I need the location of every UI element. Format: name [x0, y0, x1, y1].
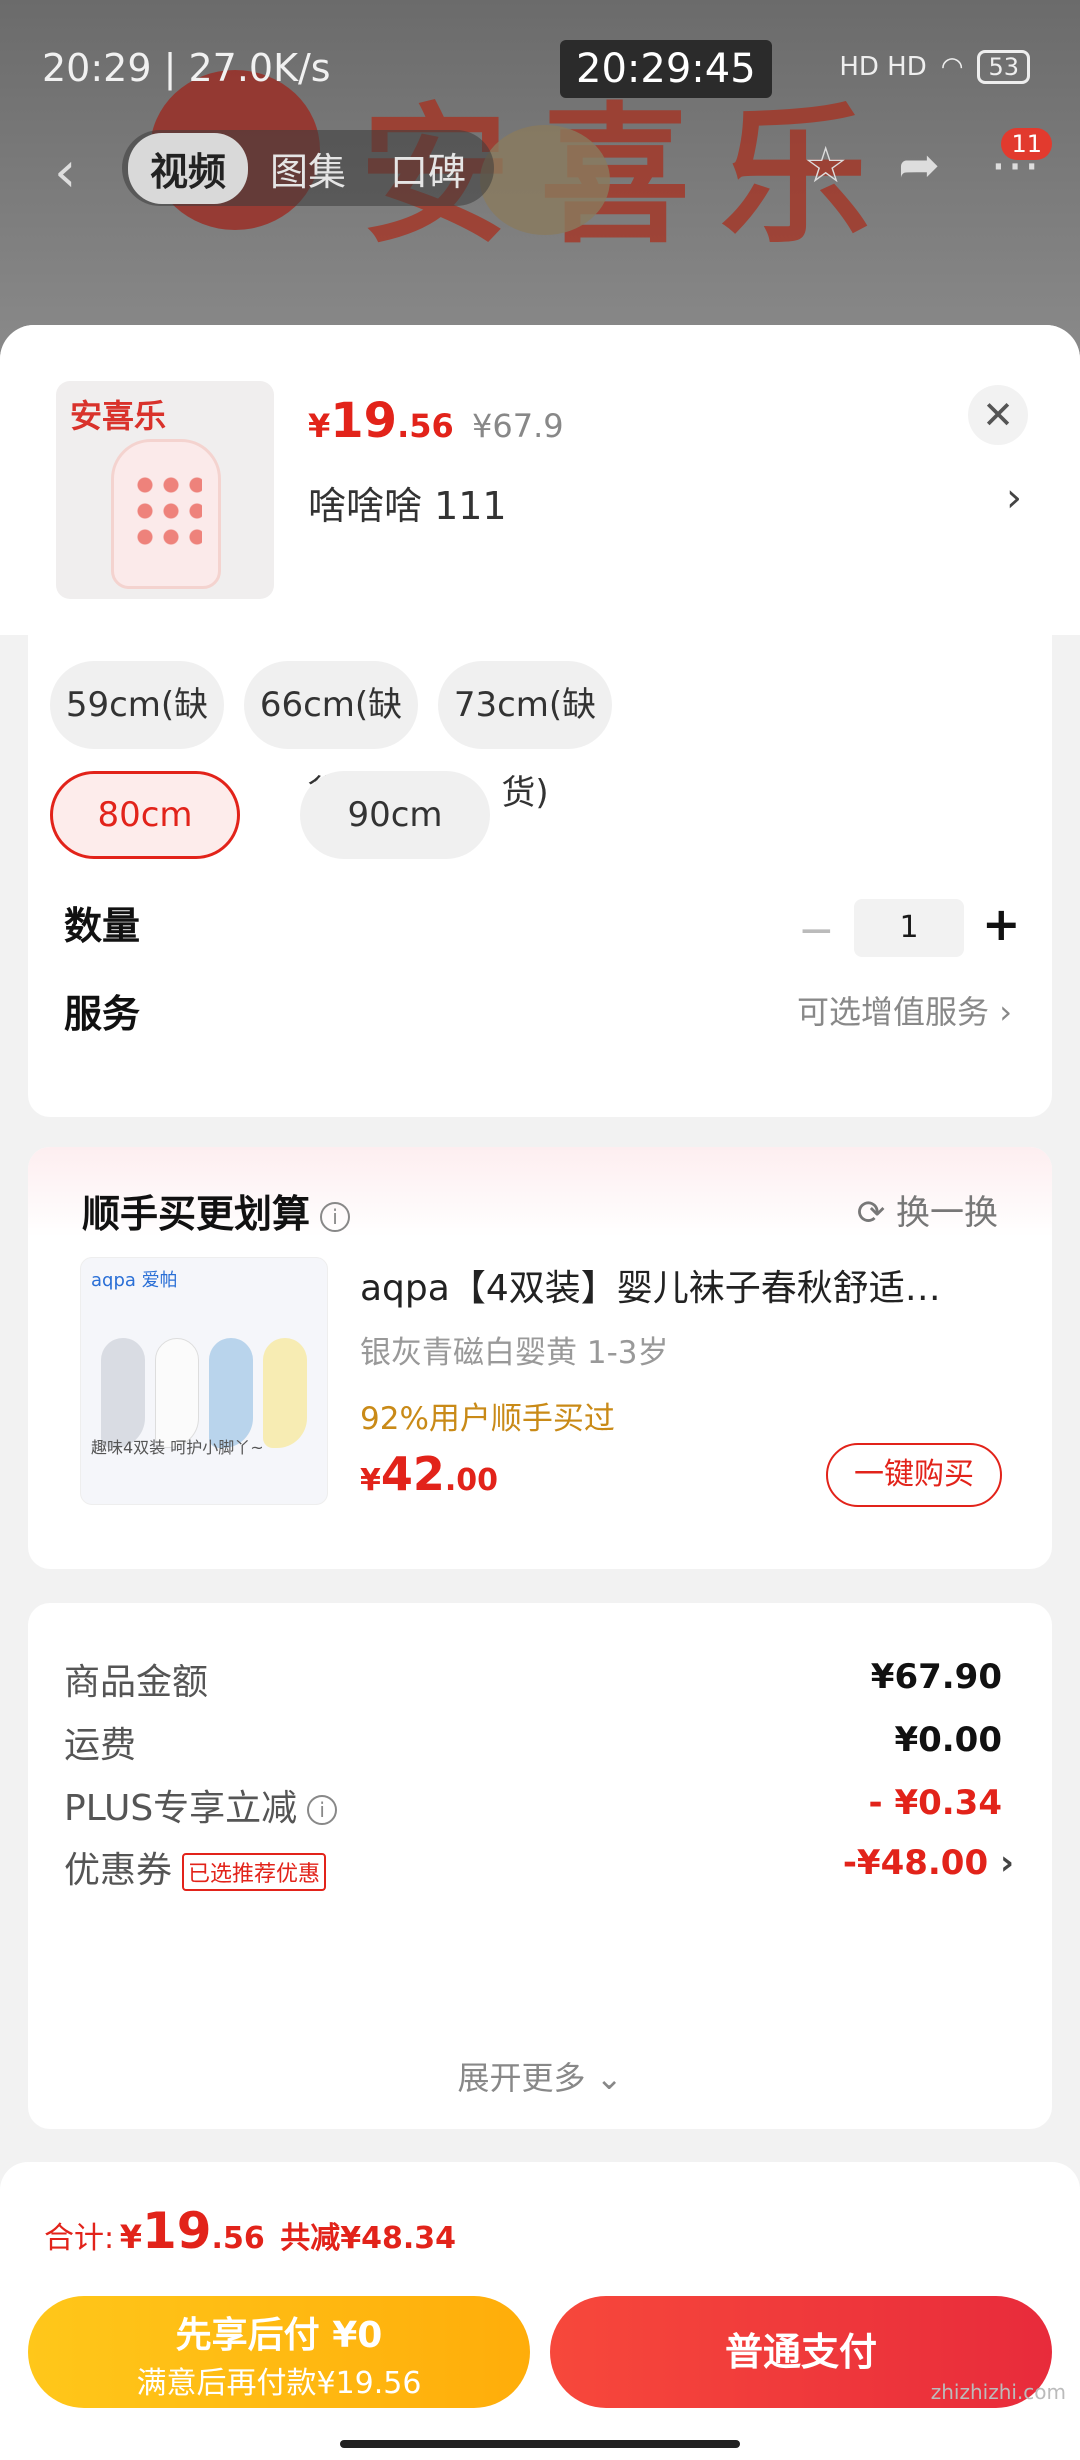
star-icon[interactable]: ☆ — [803, 136, 848, 194]
spec-card: 59cm(缺货) 66cm(缺货) 73cm(缺货) 80cm 90cm 数量 … — [28, 635, 1052, 1117]
status-bar-time: 20:29:45 — [560, 40, 772, 98]
bottom-bar: 合计: ¥19.56 共减¥48.34 先享后付 ¥0 满意后再付款¥19.56… — [0, 2162, 1080, 2460]
sock-image — [101, 1338, 145, 1448]
size-chip-80[interactable]: 80cm — [50, 771, 240, 859]
wifi-icon: ◠ — [940, 52, 964, 82]
summary-label-plus: PLUS专享立减 i — [64, 1779, 338, 1831]
quantity-input[interactable]: 1 — [854, 899, 964, 957]
pay-later-button[interactable]: 先享后付 ¥0 满意后再付款¥19.56 — [28, 2296, 530, 2408]
recommend-product-name[interactable]: aqpa【4双装】婴儿袜子春秋舒适… — [360, 1259, 1000, 1311]
tab-video[interactable]: 视频 — [128, 132, 249, 204]
tab-gallery[interactable]: 图集 — [248, 133, 368, 204]
plus-icon[interactable]: + — [982, 897, 1021, 951]
message-badge: 11 — [1001, 128, 1052, 160]
total-saving: 共减¥48.34 — [280, 2221, 457, 2256]
product-thumbnail[interactable]: 安喜乐 — [56, 381, 274, 599]
recommend-price: ¥42.00 — [360, 1447, 499, 1501]
status-bar-left: 20:29 | 27.0K/s — [42, 46, 331, 90]
summary-label-goods: 商品金额 — [64, 1662, 209, 1703]
size-chip-73[interactable]: 73cm(缺货) — [438, 661, 612, 813]
service-label: 服务 — [64, 992, 141, 1036]
recommend-variant: 银灰青磁白婴黄 1-3岁 — [360, 1335, 669, 1371]
thumb-brand-logo: 安喜乐 — [70, 397, 167, 435]
recommend-popularity: 92%用户顺手买过 — [360, 1401, 615, 1437]
minus-icon[interactable]: − — [798, 905, 835, 956]
baby-romper-image — [111, 439, 221, 589]
swap-button[interactable]: ⟳ 换一换 — [857, 1185, 998, 1234]
refresh-icon: ⟳ — [856, 1193, 896, 1233]
bear-hanger-image — [480, 125, 610, 235]
size-chip-66[interactable]: 66cm(缺货) — [244, 661, 418, 813]
aqpa-logo: aqpa 爱帕 — [91, 1270, 178, 1291]
quantity-label: 数量 — [64, 904, 141, 948]
service-selector[interactable]: 可选增值服务 › — [797, 987, 1012, 1033]
close-button[interactable]: ✕ — [968, 385, 1028, 445]
home-indicator[interactable] — [340, 2440, 740, 2448]
share-icon[interactable]: ➦ — [898, 136, 940, 194]
service-hint: 可选增值服务 — [797, 993, 990, 1031]
chevron-right-icon: › — [999, 1843, 1014, 1883]
summary-label-coupon: 优惠券 已选推荐优惠 — [64, 1841, 327, 1893]
summary-value-plus: - ¥0.34 — [868, 1783, 1003, 1823]
product-media-background: 安喜乐 20:29 | 27.0K/s 20:29:45 HD HD ◠ 53 … — [0, 0, 1080, 360]
size-chip-59[interactable]: 59cm(缺货) — [50, 661, 224, 813]
info-icon[interactable]: i — [320, 1201, 351, 1232]
media-tabs: 视频 图集 口碑 — [122, 130, 494, 206]
watermark: zhizhizhi.com — [930, 2380, 1066, 2404]
order-total: 合计: ¥19.56 共减¥48.34 — [44, 2202, 457, 2260]
checkout-sheet: 安喜乐 ¥19.56 ¥67.9 ✕ 啥啥啥 111 › 59cm(缺货) 66… — [0, 325, 1080, 2460]
summary-value-coupon: -¥48.00 — [842, 1843, 989, 1883]
coupon-tag: 已选推荐优惠 — [182, 1853, 327, 1891]
one-click-buy-button[interactable]: 一键购买 — [826, 1443, 1002, 1507]
signal-icon: HD HD — [839, 52, 927, 82]
price-summary: 商品金额 ¥67.90 运费 ¥0.00 PLUS专享立减 i - ¥0.34 优… — [28, 1603, 1052, 2129]
chevron-down-icon: ⌄ — [595, 2059, 623, 2097]
back-icon[interactable]: ‹ — [54, 140, 76, 205]
expand-more-button[interactable]: 展开更多 ⌄ — [28, 2053, 1052, 2099]
recommend-title: 顺手买更划算 i — [82, 1183, 351, 1238]
tab-reviews[interactable]: 口碑 — [368, 133, 488, 204]
info-icon[interactable]: i — [307, 1795, 338, 1825]
sock-image — [155, 1338, 199, 1448]
chevron-right-icon: › — [999, 993, 1012, 1031]
chevron-right-icon[interactable]: › — [1006, 475, 1022, 521]
sock-image — [209, 1338, 253, 1448]
sock-image — [263, 1338, 307, 1448]
selected-spec[interactable]: 啥啥啥 111 — [308, 475, 507, 530]
coupon-selector[interactable]: -¥48.00 › — [843, 1843, 1014, 1883]
product-header: 安喜乐 ¥19.56 ¥67.9 ✕ 啥啥啥 111 › — [0, 325, 1080, 635]
summary-value-goods: ¥67.90 — [870, 1657, 1002, 1697]
recommend-card: 顺手买更划算 i ⟳ 换一换 aqpa 爱帕 趣味4双装 呵护小脚丫~ aqpa【… — [28, 1147, 1052, 1569]
size-chip-90[interactable]: 90cm — [300, 771, 490, 859]
status-bar-right: HD HD ◠ 53 — [839, 50, 1030, 84]
summary-label-shipping: 运费 — [64, 1725, 137, 1766]
battery-icon: 53 — [977, 50, 1030, 84]
summary-value-shipping: ¥0.00 — [894, 1720, 1002, 1760]
thumb-caption: 趣味4双装 呵护小脚丫~ — [91, 1438, 264, 1457]
recommend-thumbnail[interactable]: aqpa 爱帕 趣味4双装 呵护小脚丫~ — [80, 1257, 328, 1505]
original-price: ¥67.9 — [472, 407, 564, 445]
current-price: ¥19.56 — [308, 393, 454, 449]
